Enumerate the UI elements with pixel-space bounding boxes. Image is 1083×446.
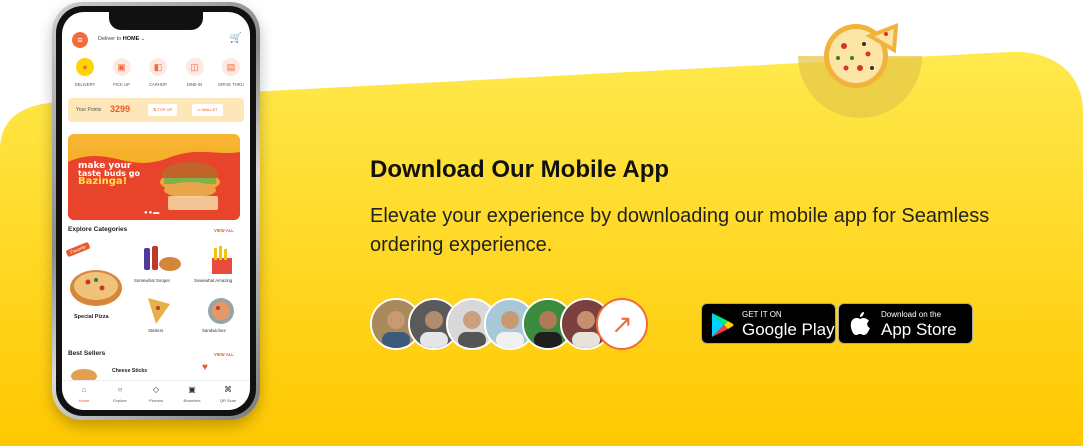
apple-icon	[850, 312, 870, 335]
category-starters[interactable]: Starters	[148, 328, 163, 333]
google-play-button[interactable]: GET IT ON Google Play	[701, 303, 836, 344]
search-icon: ○	[117, 385, 123, 394]
best-sellers-view-all-link[interactable]: VIEW ALL	[214, 352, 234, 357]
service-dine-in[interactable]: ◫ DINE IN	[178, 58, 212, 94]
google-play-small-text: GET IT ON	[742, 310, 782, 319]
drive-thru-icon: ▤	[222, 58, 240, 76]
bottom-navigation: ⌂ Home ○ Explore ◇ Promos ▣ Branches ⌘ Q…	[62, 380, 250, 410]
service-label: DRIVE THRU	[218, 82, 244, 87]
app-store-small-text: Download on the	[881, 310, 942, 319]
category-image	[148, 298, 170, 324]
category-image	[208, 298, 234, 324]
deliver-prefix: Deliver to	[98, 36, 122, 42]
nav-label: Promos	[149, 398, 163, 403]
special-pizza-image[interactable]	[68, 264, 124, 308]
app-store-button[interactable]: Download on the App Store	[838, 303, 973, 344]
nav-label: Branches	[183, 398, 201, 403]
nav-qr-scan[interactable]: ⌘ QR Scan	[213, 381, 243, 410]
explore-view-all-link[interactable]: VIEW ALL	[214, 228, 234, 233]
category-somewhat-sooper[interactable]: Somewhat Sooper	[134, 278, 170, 283]
nav-label: Explore	[113, 398, 127, 403]
service-label: PICK UP	[113, 82, 130, 87]
service-drive-thru[interactable]: ▤ DRIVE THRU	[214, 58, 248, 94]
google-play-icon	[712, 313, 734, 337]
cart-icon[interactable]: 🛒	[230, 33, 242, 44]
heart-icon[interactable]: ♥	[202, 362, 208, 373]
phone-notch	[109, 12, 203, 30]
deliver-to-selector[interactable]: Deliver to HOME ⌄	[98, 36, 145, 42]
service-options: ● DELIVERY ▣ PICK UP ◧ CARHOP ◫ DINE IN …	[68, 58, 248, 94]
category-image	[212, 246, 232, 274]
menu-icon[interactable]: ≡	[72, 32, 88, 48]
dine-icon: ◫	[185, 58, 204, 76]
branch-icon: ▣	[188, 385, 196, 394]
promo-banner[interactable]: make your taste buds go Bazinga! ●●▬	[68, 134, 240, 220]
car-icon: ◧	[149, 58, 167, 76]
category-sandwiches[interactable]: Sandwiches	[202, 328, 226, 333]
service-delivery[interactable]: ● DELIVERY	[68, 58, 102, 94]
app-store-big-text: App Store	[881, 320, 957, 339]
user-avatars: ↗	[370, 298, 660, 350]
best-sellers-title: Best Sellers	[68, 350, 106, 357]
nav-promos[interactable]: ◇ Promos	[141, 381, 171, 410]
category-special-pizza[interactable]: Special Pizza	[74, 314, 109, 320]
google-play-big-text: Google Play	[742, 320, 835, 339]
nav-label: QR Scan	[219, 398, 237, 403]
service-label: CARHOP	[149, 82, 167, 87]
promo-text: make your taste buds go Bazinga!	[78, 162, 140, 187]
nav-explore[interactable]: ○ Explore	[105, 381, 135, 410]
tag-icon: ◇	[152, 385, 160, 394]
wallet-label: WALLET	[201, 107, 218, 112]
points-bar: Your Points 3299 ⇅ TOP UP ▭ WALLET	[68, 98, 244, 122]
best-seller-name: Cheese Sticks	[112, 368, 148, 374]
location-pin-icon: ●	[76, 58, 94, 76]
service-label: DELIVERY	[74, 82, 96, 87]
phone-screen: ≡ Deliver to HOME ⌄ 🛒 ● DELIVERY ▣ PICK …	[62, 12, 250, 410]
deliver-place: HOME	[122, 36, 140, 42]
favorite-badge: Favorite	[65, 241, 91, 258]
store-icon: ▣	[112, 58, 131, 76]
arrow-up-right-icon[interactable]: ↗	[596, 298, 648, 350]
category-sowewhat-amazing[interactable]: Sowewhat Amazing	[194, 278, 232, 283]
nav-label: Home	[78, 398, 90, 403]
wallet-button[interactable]: ▭ WALLET	[192, 104, 223, 116]
points-value: 3299	[110, 104, 131, 114]
explore-categories-title: Explore Categories	[68, 226, 128, 233]
topup-button[interactable]: ⇅ TOP UP	[148, 104, 178, 116]
nav-branches[interactable]: ▣ Branches	[177, 381, 207, 410]
carousel-dots: ●●▬	[144, 210, 161, 216]
page-title: Download Our Mobile App	[370, 156, 670, 183]
promo-line-3: Bazinga!	[78, 176, 128, 187]
qr-icon: ⌘	[224, 385, 232, 394]
home-icon: ⌂	[81, 385, 87, 394]
service-carhop[interactable]: ◧ CARHOP	[141, 58, 175, 94]
points-label: Your Points	[76, 107, 102, 113]
service-pickup[interactable]: ▣ PICK UP	[105, 58, 139, 94]
nav-home[interactable]: ⌂ Home	[69, 381, 99, 410]
app-top-bar: ≡ Deliver to HOME ⌄ 🛒	[70, 32, 246, 50]
phone-mockup: ≡ Deliver to HOME ⌄ 🛒 ● DELIVERY ▣ PICK …	[52, 2, 260, 420]
topup-label: TOP UP	[157, 107, 173, 112]
category-image	[144, 246, 181, 271]
page-subtitle: Elevate your experience by downloading o…	[370, 205, 990, 256]
pizza-illustration	[796, 10, 926, 122]
service-label: DINE IN	[186, 82, 203, 87]
